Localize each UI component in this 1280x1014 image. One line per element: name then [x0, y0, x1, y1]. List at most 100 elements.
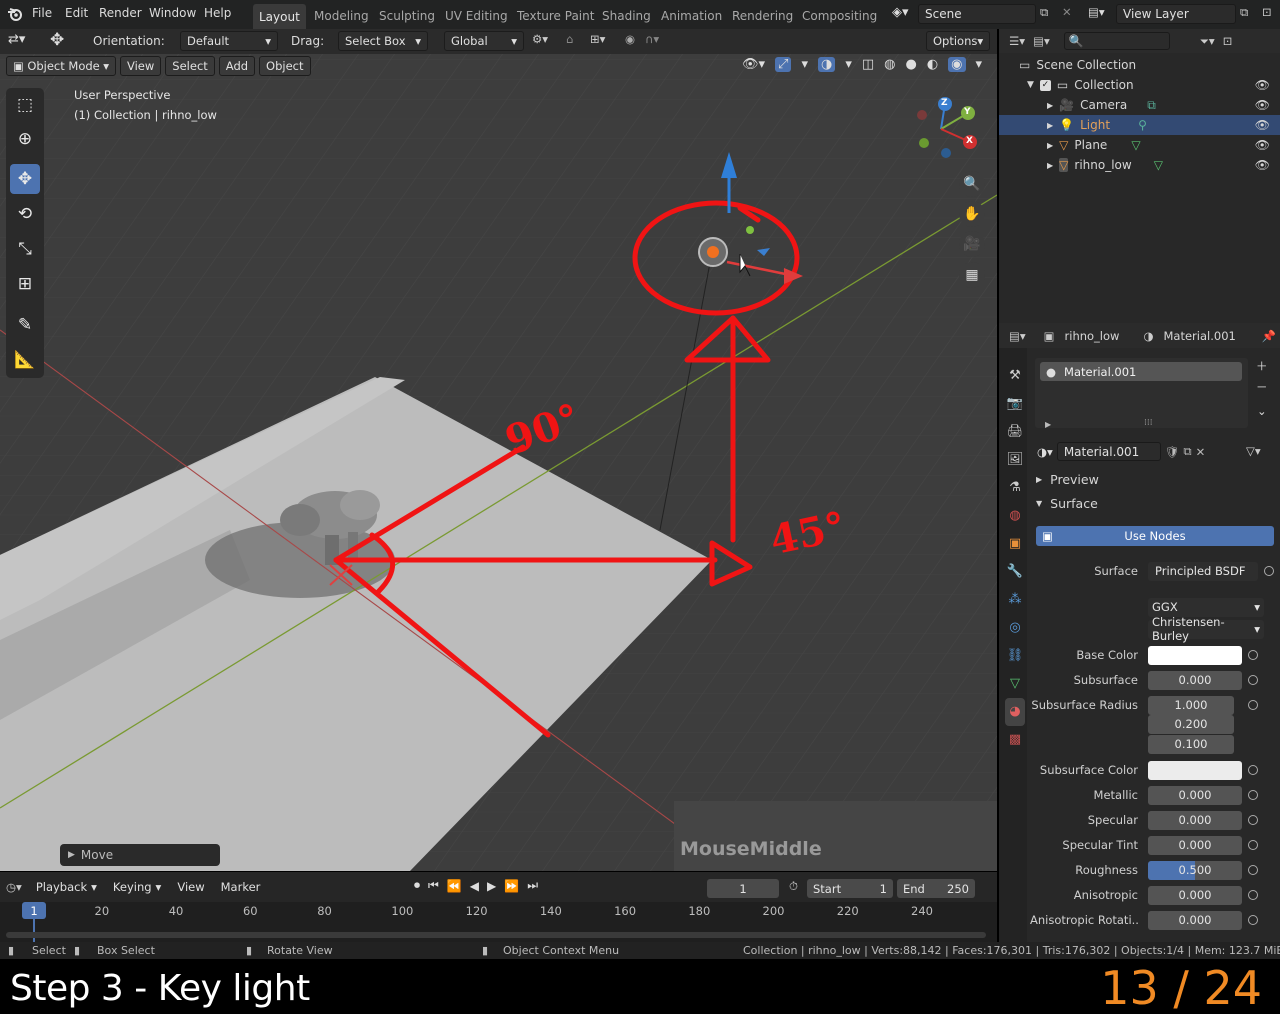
tab-layout[interactable]: Layout: [253, 4, 306, 29]
orientation-dropdown[interactable]: Default ▾: [180, 31, 278, 51]
rendered-shading-icon[interactable]: ◉: [948, 57, 966, 72]
socket-icon[interactable]: [1248, 765, 1258, 775]
outliner-row-camera[interactable]: ▶ 🎥 Camera ⧉ 👁: [999, 95, 1280, 115]
tab-rendering[interactable]: Rendering: [726, 6, 799, 26]
tab-sculpting[interactable]: Sculpting: [373, 6, 441, 26]
chevron-right-icon[interactable]: ▶: [1047, 141, 1053, 150]
menu-window[interactable]: Window: [149, 6, 196, 20]
socket-icon[interactable]: [1248, 890, 1258, 900]
unlink-icon[interactable]: ✕: [1196, 445, 1206, 459]
blender-logo-icon[interactable]: [7, 6, 23, 22]
subsurface-method-dropdown[interactable]: Christensen-Burley ▾: [1148, 615, 1264, 643]
eye-icon[interactable]: 👁: [1255, 118, 1270, 132]
annotate-tool-icon[interactable]: ✎: [10, 310, 40, 340]
jump-start-icon[interactable]: ⏮: [428, 878, 439, 893]
keying-menu[interactable]: Keying ▾: [107, 877, 167, 897]
socket-icon[interactable]: [1248, 675, 1258, 685]
play-icon[interactable]: ▶: [487, 879, 496, 893]
copy-view-layer-icon[interactable]: ⧉: [1240, 5, 1248, 20]
prev-keyframe-icon[interactable]: ⏪: [447, 879, 462, 893]
checkbox-icon[interactable]: ✓: [1039, 79, 1051, 91]
render-tab-icon[interactable]: 📷: [1005, 390, 1025, 418]
snap-icon[interactable]: ⌂: [566, 32, 573, 46]
eye-icon[interactable]: 👁: [1255, 98, 1270, 112]
tool-mode-icon[interactable]: ⇄▾: [8, 32, 25, 47]
ortho-grid-icon[interactable]: ▦: [959, 262, 985, 288]
snap-target-icon[interactable]: ⊞▾: [590, 32, 605, 46]
tab-animation[interactable]: Animation: [655, 6, 728, 26]
rotate-tool-icon[interactable]: ⟲: [10, 199, 40, 229]
record-icon[interactable]: ⏺: [414, 878, 420, 893]
editor-type-icon[interactable]: ▤▾: [1009, 329, 1026, 343]
options-dropdown[interactable]: Options ▾: [926, 31, 990, 51]
socket-icon[interactable]: [1248, 915, 1258, 925]
editor-type-icon[interactable]: ☰▾: [1009, 34, 1025, 48]
material-name-field[interactable]: Material.001: [1056, 442, 1161, 461]
start-frame-field[interactable]: Start 1: [807, 879, 893, 898]
playhead[interactable]: 1: [22, 902, 46, 919]
playback-menu[interactable]: Playback ▾: [30, 877, 103, 897]
slot-menu-icon[interactable]: ⌄: [1257, 404, 1267, 418]
menu-help[interactable]: Help: [204, 6, 231, 20]
stopwatch-icon[interactable]: ⏱: [789, 879, 798, 894]
modifier-tab-icon[interactable]: 🔧: [1005, 558, 1025, 586]
outliner-row-scene-collection[interactable]: ▭ Scene Collection: [999, 55, 1280, 75]
menu-add[interactable]: Add: [218, 56, 256, 76]
property-value-field[interactable]: 0.000: [1148, 835, 1242, 855]
material-slot-item[interactable]: ● Material.001: [1040, 362, 1242, 381]
timeline-view-menu[interactable]: View: [171, 877, 210, 897]
eye-icon[interactable]: 👁: [1255, 158, 1270, 172]
copy-scene-icon[interactable]: ⧉: [1040, 5, 1048, 20]
last-operator-panel[interactable]: ▶ Move: [60, 844, 220, 866]
mode-dropdown[interactable]: ▣ Object Mode ▾: [6, 56, 116, 76]
current-frame-field[interactable]: 1: [707, 879, 779, 898]
menu-render[interactable]: Render: [99, 6, 142, 20]
gizmo-toggle-icon[interactable]: ⤢: [775, 57, 792, 72]
xray-icon[interactable]: ◫: [862, 57, 874, 72]
chevron-down-icon[interactable]: ▾: [801, 57, 808, 72]
next-keyframe-icon[interactable]: ⏩: [504, 879, 519, 893]
view-layer-tab-icon[interactable]: 🖼: [1005, 446, 1025, 474]
marker-menu[interactable]: Marker: [215, 877, 267, 897]
filter-icon[interactable]: ⏷▾: [1200, 34, 1215, 49]
outliner-row-light[interactable]: ▶ 💡 Light ⚲ 👁: [999, 115, 1280, 135]
visibility-icon[interactable]: 👁▾: [742, 57, 765, 72]
chevron-right-icon[interactable]: ▶: [1047, 161, 1053, 170]
outliner-search-input[interactable]: 🔍: [1063, 32, 1170, 50]
property-value-field[interactable]: 1.000: [1148, 695, 1234, 715]
socket-icon[interactable]: [1264, 566, 1274, 576]
scene-field[interactable]: Scene: [918, 4, 1036, 24]
view-layer-icon[interactable]: ▤▾: [1088, 5, 1105, 19]
measure-tool-icon[interactable]: 📐: [10, 345, 40, 375]
move-tool-button-icon[interactable]: ✥: [10, 164, 40, 194]
world-tab-icon[interactable]: ◍: [1005, 502, 1025, 530]
fake-user-icon[interactable]: 🛡: [1165, 445, 1180, 459]
constraints-tab-icon[interactable]: ⛓: [1005, 642, 1025, 670]
outliner-row-collection[interactable]: ▼ ✓ ▭ Collection 👁: [999, 75, 1280, 95]
chevron-down-icon[interactable]: ▾: [976, 57, 983, 72]
material-tab-icon[interactable]: ◕: [1005, 698, 1025, 726]
menu-edit[interactable]: Edit: [65, 6, 88, 20]
display-mode-icon[interactable]: ▤▾: [1033, 34, 1050, 48]
close-scene-icon[interactable]: ✕: [1062, 5, 1072, 19]
drag-dropdown[interactable]: Select Box ▾: [338, 31, 428, 51]
menu-select[interactable]: Select: [165, 56, 215, 76]
wireframe-shading-icon[interactable]: ◍: [884, 57, 895, 72]
property-value-field[interactable]: 0.200: [1148, 714, 1234, 734]
node-link-icon[interactable]: ▽▾: [1246, 444, 1261, 458]
cursor-tool-icon[interactable]: ⊕: [10, 124, 40, 154]
color-swatch[interactable]: [1148, 760, 1242, 780]
resize-handle-icon[interactable]: ⁞⁞⁞: [1144, 418, 1153, 428]
texture-tab-icon[interactable]: ▩: [1005, 726, 1025, 754]
pin-icon[interactable]: 📌: [1262, 329, 1276, 343]
outliner-row-plane[interactable]: ▶ ▽ Plane ▽ 👁: [999, 135, 1280, 155]
new-view-layer-icon[interactable]: ⊡: [1262, 5, 1272, 19]
tab-shading[interactable]: Shading: [596, 6, 657, 26]
property-value-field[interactable]: 0.000: [1148, 885, 1242, 905]
transform-space-dropdown[interactable]: Global ▾: [444, 31, 524, 51]
tab-compositing[interactable]: Compositing: [796, 6, 883, 26]
socket-icon[interactable]: [1248, 840, 1258, 850]
property-value-field[interactable]: 0.100: [1148, 734, 1234, 754]
jump-end-icon[interactable]: ⏭: [527, 878, 538, 893]
tab-uv-editing[interactable]: UV Editing: [439, 6, 514, 26]
